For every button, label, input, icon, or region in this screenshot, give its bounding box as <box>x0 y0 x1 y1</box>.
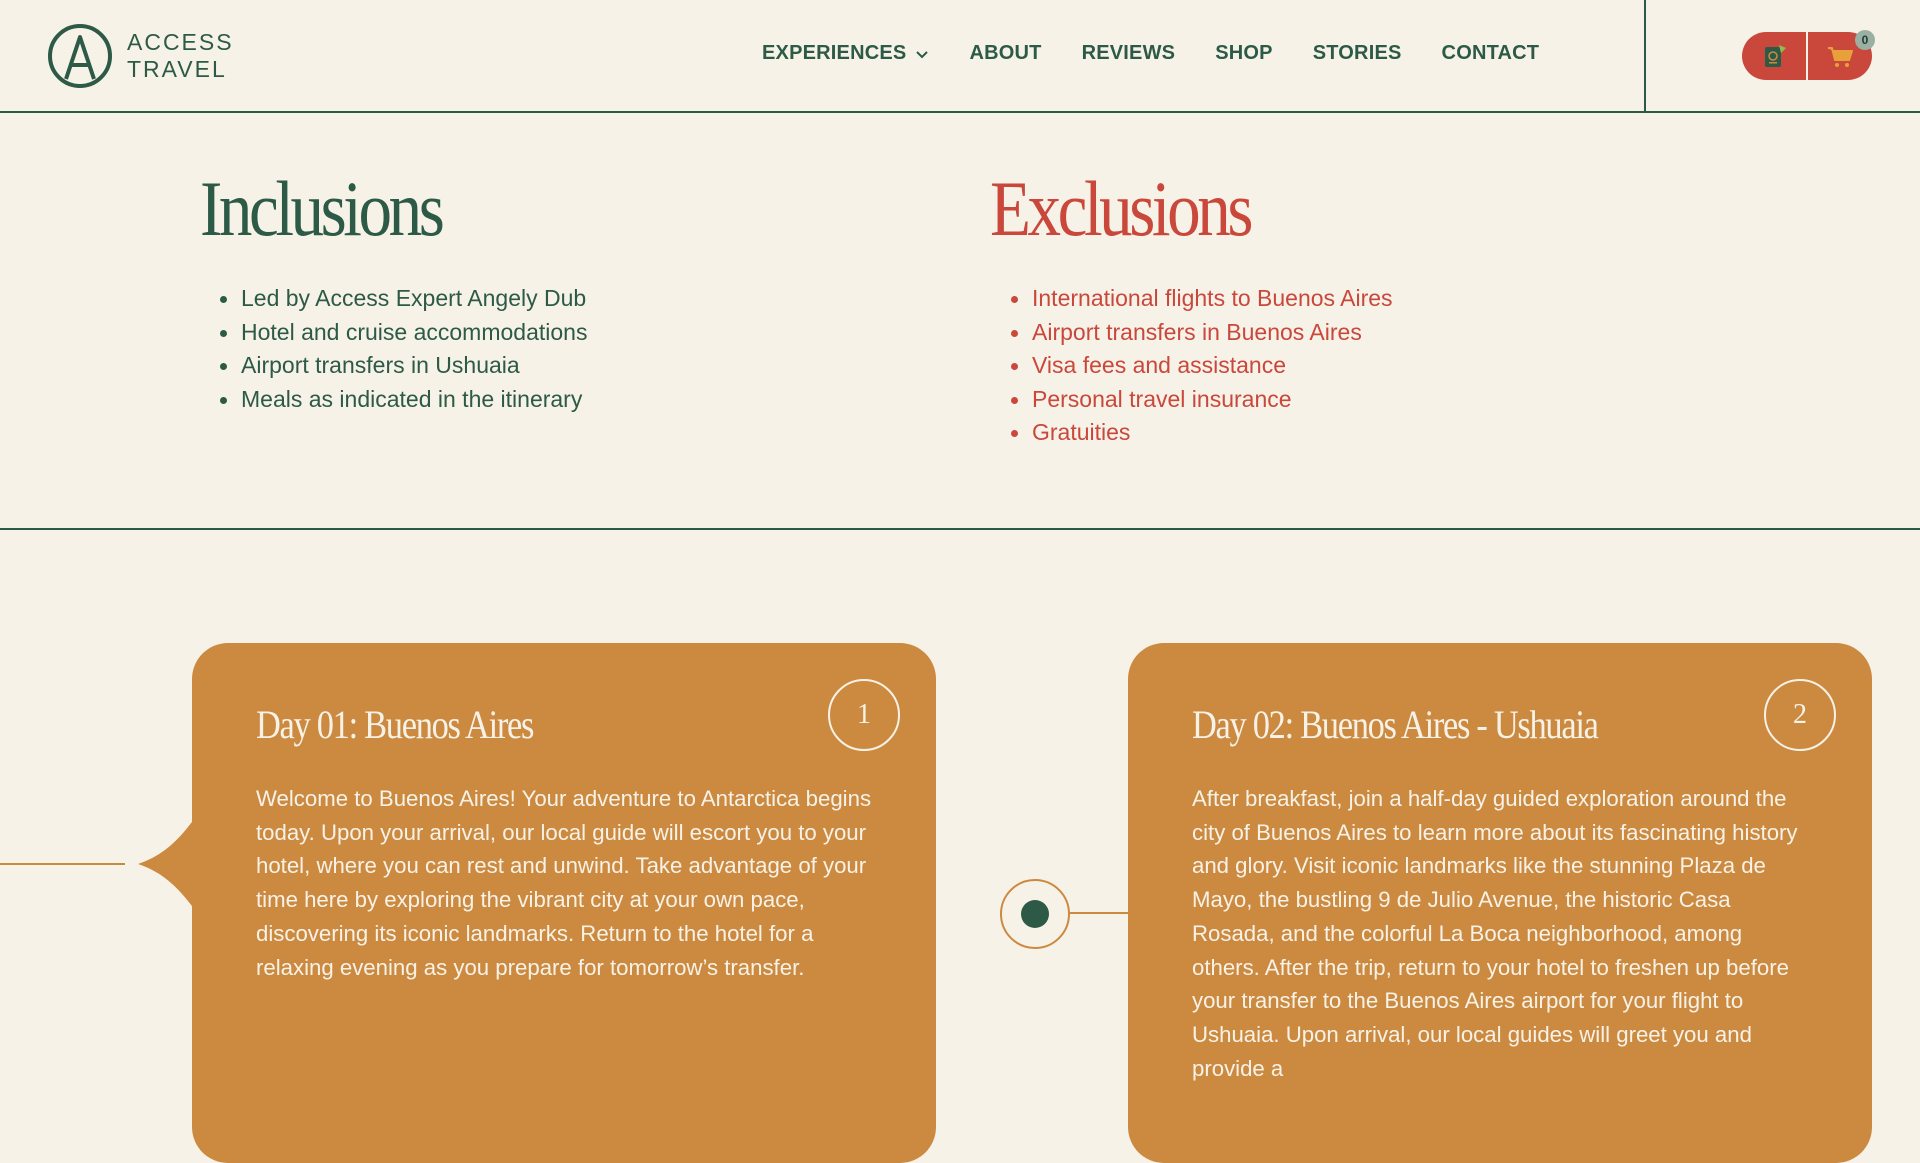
list-item: Gratuities <box>1011 416 1393 450</box>
card-pointer-arrow <box>138 814 198 914</box>
list-item: Meals as indicated in the itinerary <box>219 383 587 417</box>
list-item: Visa fees and assistance <box>1011 349 1393 383</box>
timeline-node-dot <box>1021 900 1049 928</box>
inclusions-list: Led by Access Expert Angely Dub Hotel an… <box>219 282 587 417</box>
site-logo[interactable]: ACCESS TRAVEL <box>47 23 234 89</box>
list-item: Led by Access Expert Angely Dub <box>219 282 587 316</box>
header-actions: 0 <box>1742 30 1875 80</box>
chevron-down-icon <box>916 50 929 58</box>
cart-icon <box>1828 47 1853 67</box>
timeline-connector <box>1070 912 1130 914</box>
day-title: Day 02: Buenos Aires - Ushuaia <box>1192 702 1599 747</box>
logo-text: ACCESS TRAVEL <box>127 29 234 83</box>
nav-experiences[interactable]: EXPERIENCES <box>762 42 929 65</box>
nav-shop[interactable]: SHOP <box>1215 42 1272 65</box>
site-header: ACCESS TRAVEL EXPERIENCES ABOUT REVIEWS … <box>0 0 1920 113</box>
day-description: After breakfast, join a half-day guided … <box>1192 786 1798 1081</box>
list-item: Airport transfers in Ushuaia <box>219 349 587 383</box>
timeline-connector-left <box>0 863 125 865</box>
day-title: Day 01: Buenos Aires <box>256 702 534 747</box>
day-number-badge: 1 <box>828 679 900 751</box>
list-item: Airport transfers in Buenos Aires <box>1011 316 1393 350</box>
nav-contact[interactable]: CONTACT <box>1442 42 1540 65</box>
list-item: International flights to Buenos Aires <box>1011 282 1393 316</box>
passport-button[interactable] <box>1742 32 1806 80</box>
inclusions-title: Inclusions <box>200 165 445 252</box>
nav-reviews[interactable]: REVIEWS <box>1082 42 1176 65</box>
itinerary-card-day-1: Day 01: Buenos Aires 1 Welcome to Buenos… <box>192 643 936 1163</box>
logo-line-2: TRAVEL <box>127 56 227 82</box>
logo-line-1: ACCESS <box>127 29 234 55</box>
main-nav: EXPERIENCES ABOUT REVIEWS SHOP STORIES C… <box>762 42 1579 65</box>
logo-a-icon <box>48 24 112 88</box>
nav-stories[interactable]: STORIES <box>1313 42 1402 65</box>
exclusions-title: Exclusions <box>990 165 1253 252</box>
passport-icon <box>1765 45 1786 67</box>
section-divider <box>0 528 1920 530</box>
header-divider <box>1644 0 1646 113</box>
exclusions-list: International flights to Buenos Aires Ai… <box>1011 282 1393 450</box>
cart-count-badge: 0 <box>1855 30 1875 50</box>
nav-experiences-label: EXPERIENCES <box>762 42 907 64</box>
itinerary-card-day-2: Day 02: Buenos Aires - Ushuaia 2 After b… <box>1128 643 1872 1163</box>
day-number-badge: 2 <box>1764 679 1836 751</box>
nav-about[interactable]: ABOUT <box>969 42 1041 65</box>
day-description: Welcome to Buenos Aires! Your adventure … <box>256 786 872 980</box>
list-item: Hotel and cruise accommodations <box>219 316 587 350</box>
timeline-node <box>1000 879 1070 949</box>
list-item: Personal travel insurance <box>1011 383 1393 417</box>
